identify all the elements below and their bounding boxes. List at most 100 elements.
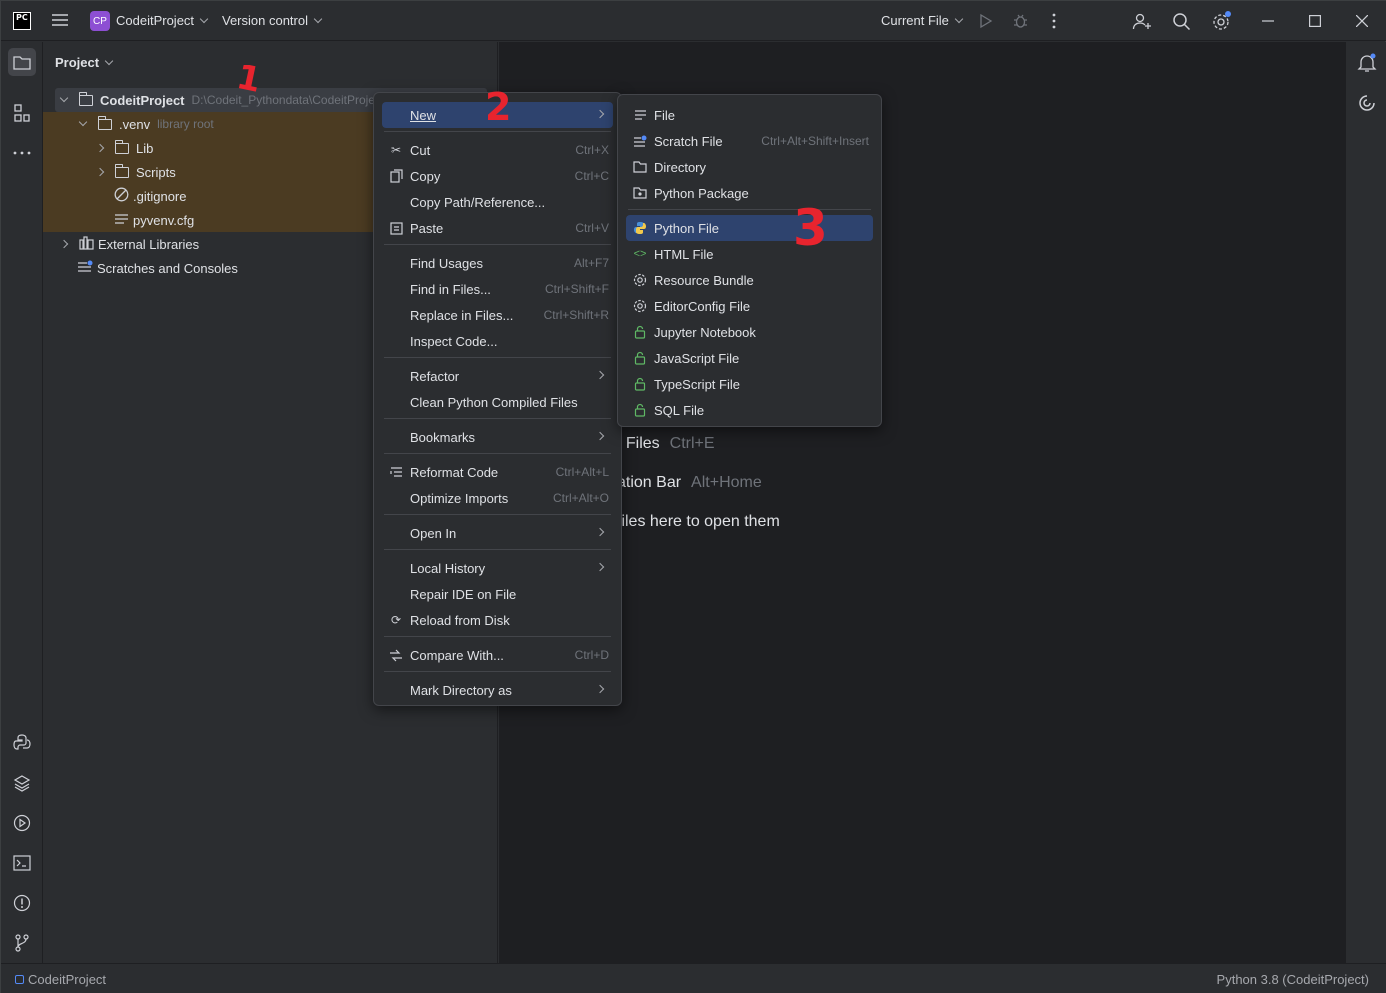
close-icon[interactable] bbox=[1356, 15, 1368, 27]
menu-item-optimize-imports[interactable]: Optimize Imports Ctrl+Alt+O bbox=[382, 485, 613, 511]
tree-library-root-hint: library root bbox=[157, 117, 214, 131]
menu-item-copy-path[interactable]: Copy Path/Reference... bbox=[382, 189, 613, 215]
status-breadcrumb[interactable]: CodeitProject bbox=[15, 972, 106, 987]
submenu-item-jupyter-notebook[interactable]: Jupyter Notebook bbox=[626, 319, 873, 345]
hint-text: files here to open them bbox=[617, 513, 780, 530]
run-config-selector[interactable]: Current File bbox=[881, 13, 964, 28]
settings-gear-icon bbox=[632, 272, 648, 288]
debug-icon[interactable] bbox=[1012, 12, 1029, 29]
menu-item-mark-directory[interactable]: Mark Directory as bbox=[382, 677, 613, 703]
tree-row-scratches[interactable]: Scratches and Consoles bbox=[77, 256, 238, 280]
interpreter-widget[interactable]: Python 3.8 (CodeitProject) bbox=[1217, 972, 1369, 987]
submenu-item-editorconfig-file[interactable]: EditorConfig File bbox=[626, 293, 873, 319]
submenu-item-javascript-file[interactable]: JavaScript File bbox=[626, 345, 873, 371]
menu-item-repair-ide[interactable]: Repair IDE on File bbox=[382, 581, 613, 607]
menu-label: Compare With... bbox=[410, 647, 504, 663]
more-tools-icon[interactable] bbox=[8, 139, 36, 167]
pycharm-logo[interactable]: PC bbox=[13, 12, 31, 30]
menu-item-clean-compiled[interactable]: Clean Python Compiled Files bbox=[382, 389, 613, 415]
menu-item-paste[interactable]: Paste Ctrl+V bbox=[382, 215, 613, 241]
tree-row-gitignore[interactable]: .gitignore bbox=[114, 184, 186, 208]
main-menu-icon[interactable] bbox=[51, 12, 69, 28]
status-bar: CodeitProject Python 3.8 (CodeitProject) bbox=[1, 963, 1386, 993]
library-icon bbox=[79, 235, 94, 253]
tree-label: Scripts bbox=[136, 164, 176, 180]
menu-label: Find in Files... bbox=[410, 281, 491, 297]
tree-label: pyvenv.cfg bbox=[133, 212, 195, 228]
minimize-icon[interactable] bbox=[1262, 20, 1274, 22]
project-switcher[interactable]: CodeitProject bbox=[116, 13, 209, 28]
chevron-right-icon bbox=[95, 167, 105, 177]
submenu-item-python-package[interactable]: Python Package bbox=[626, 180, 873, 206]
menu-item-reformat-code[interactable]: Reformat Code Ctrl+Alt+L bbox=[382, 459, 613, 485]
menu-item-find-in-files[interactable]: Find in Files... Ctrl+Shift+F bbox=[382, 276, 613, 302]
add-user-icon[interactable] bbox=[1132, 12, 1152, 30]
menu-label: Find Usages bbox=[410, 255, 483, 271]
menu-item-local-history[interactable]: Local History bbox=[382, 555, 613, 581]
terminal-icon[interactable] bbox=[8, 849, 36, 877]
submenu-item-html-file[interactable]: <> HTML File bbox=[626, 241, 873, 267]
compare-icon bbox=[388, 647, 404, 663]
structure-icon[interactable] bbox=[8, 99, 36, 127]
submenu-item-resource-bundle[interactable]: Resource Bundle bbox=[626, 267, 873, 293]
tree-row-external-libraries[interactable]: External Libraries bbox=[59, 232, 199, 256]
python-packages-icon[interactable] bbox=[8, 769, 36, 797]
submenu-item-sql-file[interactable]: SQL File bbox=[626, 397, 873, 423]
tree-label: CodeitProject bbox=[100, 92, 185, 108]
tree-label: Lib bbox=[136, 140, 154, 156]
tree-row-pyvenv-cfg[interactable]: pyvenv.cfg bbox=[114, 208, 194, 232]
vcs-widget[interactable]: Version control bbox=[222, 13, 323, 28]
tree-label: .venv bbox=[119, 116, 151, 132]
project-tool-folder-icon[interactable] bbox=[8, 48, 36, 76]
ide-window: PC CP CodeitProject Version control Curr… bbox=[0, 0, 1386, 993]
menu-separator bbox=[384, 357, 611, 358]
git-branch-icon[interactable] bbox=[8, 929, 36, 957]
submenu-item-directory[interactable]: Directory bbox=[626, 154, 873, 180]
menu-item-open-in[interactable]: Open In bbox=[382, 520, 613, 546]
notifications-bell-icon[interactable] bbox=[1357, 53, 1377, 76]
folder-icon bbox=[632, 159, 648, 175]
python-icon bbox=[632, 220, 648, 236]
submenu-item-typescript-file[interactable]: TypeScript File bbox=[626, 371, 873, 397]
submenu-item-python-file[interactable]: Python File bbox=[626, 215, 873, 241]
tree-label: External Libraries bbox=[98, 236, 200, 252]
menu-item-reload-from-disk[interactable]: ⟳ Reload from Disk bbox=[382, 607, 613, 633]
menu-item-cut[interactable]: ✂ Cut Ctrl+X bbox=[382, 137, 613, 163]
chevron-right-icon bbox=[59, 239, 69, 249]
run-icon[interactable] bbox=[978, 13, 994, 29]
problems-icon[interactable] bbox=[8, 889, 36, 917]
project-badge[interactable]: CP bbox=[90, 11, 110, 31]
menu-item-refactor[interactable]: Refactor bbox=[382, 363, 613, 389]
menu-label: Cut bbox=[410, 142, 431, 158]
ai-assistant-icon[interactable] bbox=[1357, 93, 1377, 116]
submenu-item-file[interactable]: File bbox=[626, 102, 873, 128]
menu-item-bookmarks[interactable]: Bookmarks bbox=[382, 424, 613, 450]
lock-icon bbox=[632, 350, 648, 366]
menu-item-inspect-code[interactable]: Inspect Code... bbox=[382, 328, 613, 354]
menu-label: Copy Path/Reference... bbox=[410, 194, 546, 210]
menu-item-copy[interactable]: Copy Ctrl+C bbox=[382, 163, 613, 189]
tree-row-venv[interactable]: .venv library root bbox=[78, 112, 214, 136]
tree-row-lib[interactable]: Lib bbox=[95, 136, 154, 160]
more-actions-icon[interactable] bbox=[1051, 13, 1057, 29]
project-view-selector[interactable]: Project bbox=[55, 55, 114, 70]
search-icon[interactable] bbox=[1172, 12, 1191, 31]
menu-item-find-usages[interactable]: Find Usages Alt+F7 bbox=[382, 250, 613, 276]
menu-label: Python File bbox=[654, 220, 720, 236]
maximize-icon[interactable] bbox=[1309, 15, 1321, 27]
tree-row-scripts[interactable]: Scripts bbox=[95, 160, 176, 184]
settings-gear-icon[interactable] bbox=[1211, 10, 1233, 32]
folder-icon bbox=[97, 115, 112, 130]
status-project-name: CodeitProject bbox=[28, 972, 107, 987]
menu-item-replace-in-files[interactable]: Replace in Files... Ctrl+Shift+R bbox=[382, 302, 613, 328]
submenu-item-scratch-file[interactable]: Scratch File Ctrl+Alt+Shift+Insert bbox=[626, 128, 873, 154]
menu-label: Mark Directory as bbox=[410, 682, 512, 698]
copy-icon bbox=[388, 168, 404, 184]
menu-item-compare-with[interactable]: Compare With... Ctrl+D bbox=[382, 642, 613, 668]
menu-label: TypeScript File bbox=[654, 376, 740, 392]
menu-label: Jupyter Notebook bbox=[654, 324, 756, 340]
tree-row-codeitproject[interactable]: CodeitProject D:\Codeit_Pythondata\Codei… bbox=[59, 88, 375, 112]
menu-label: Local History bbox=[410, 560, 486, 576]
python-console-icon[interactable] bbox=[8, 729, 36, 757]
services-icon[interactable] bbox=[8, 809, 36, 837]
